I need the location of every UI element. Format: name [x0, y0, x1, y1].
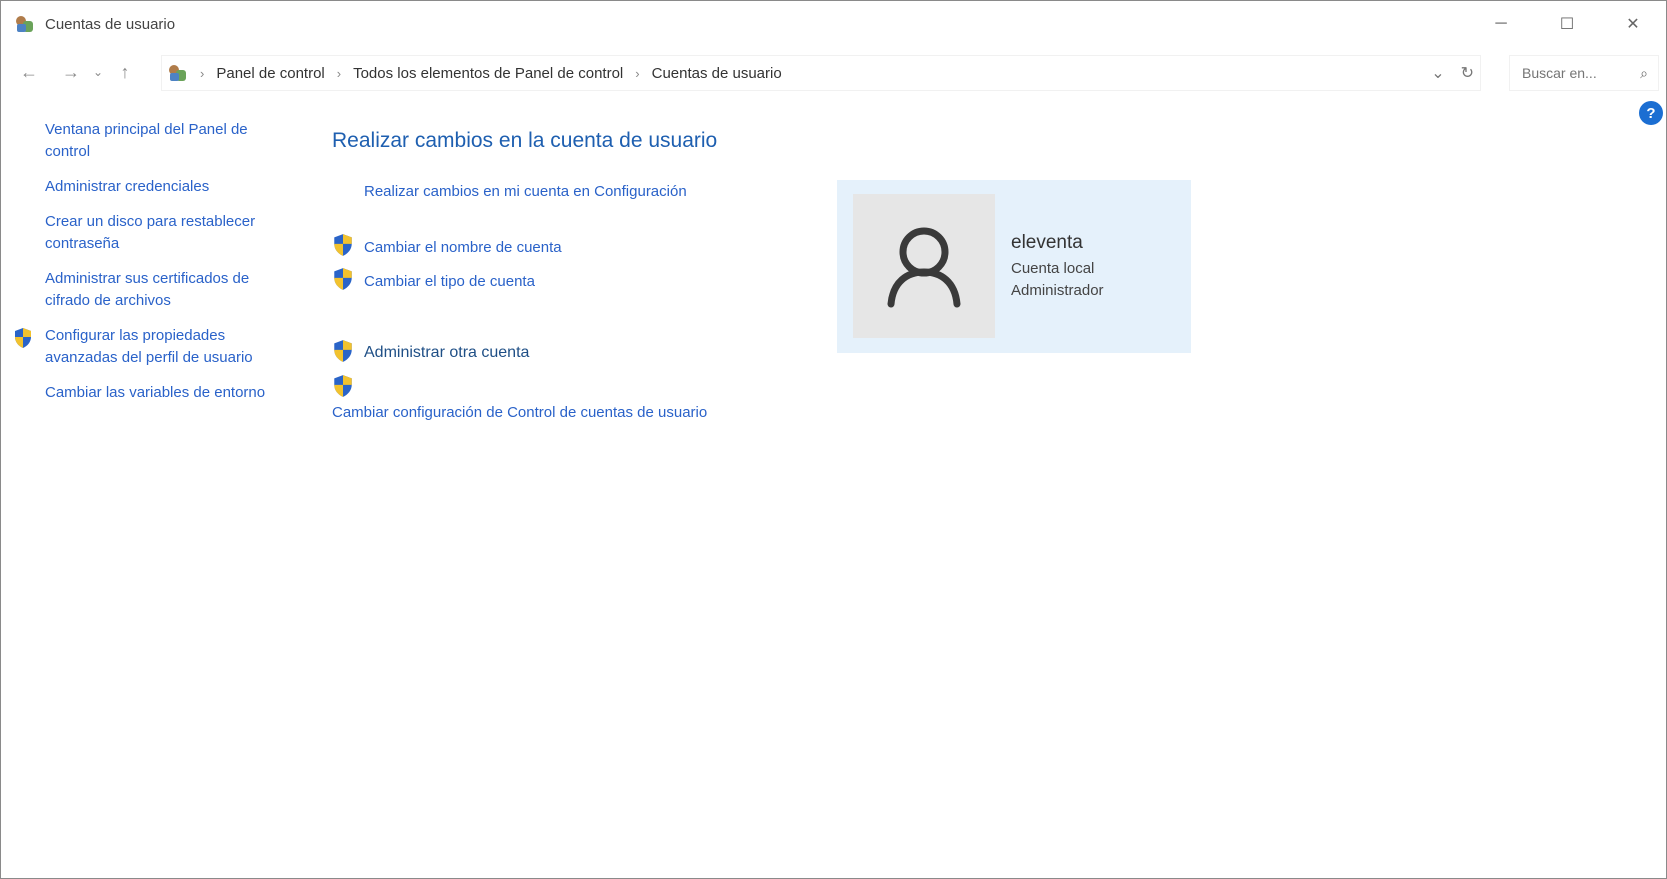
up-button[interactable]: ↑	[109, 56, 141, 88]
search-input[interactable]	[1520, 64, 1624, 82]
breadcrumb-control-panel[interactable]: Panel de control	[216, 65, 324, 82]
avatar	[853, 194, 995, 338]
breadcrumb-user-accounts[interactable]: Cuentas de usuario	[652, 65, 782, 82]
navigation-bar: ← → ⌄ ↑ › Panel de control › Todos los e…	[1, 51, 1666, 93]
control-panel-icon	[168, 63, 188, 83]
uac-shield-icon	[332, 339, 354, 368]
breadcrumb-all-items[interactable]: Todos los elementos de Panel de control	[353, 65, 623, 82]
change-account-name-link[interactable]: Cambiar el nombre de cuenta	[364, 239, 562, 256]
sidebar-item-password-reset-disk[interactable]: Crear un disco para restablecer contrase…	[1, 211, 285, 255]
account-type: Cuenta local	[1011, 260, 1095, 277]
user-account-card: eleventa Cuenta local Administrador	[837, 180, 1191, 353]
manage-other-account-link[interactable]: Administrar otra cuenta	[364, 344, 529, 362]
account-role: Administrador	[1011, 282, 1104, 299]
settings-account-link[interactable]: Realizar cambios en mi cuenta en Configu…	[364, 183, 832, 200]
manage-other-account-row[interactable]: Administrar otra cuenta	[332, 336, 832, 370]
minimize-button[interactable]: ─	[1468, 1, 1534, 47]
refresh-icon[interactable]: ↻	[1461, 63, 1474, 83]
help-button[interactable]: ?	[1639, 101, 1663, 125]
uac-settings-row	[332, 374, 832, 402]
close-button[interactable]: ✕	[1600, 1, 1666, 47]
recent-locations-button[interactable]: ⌄	[87, 56, 109, 88]
uac-settings-link[interactable]: Cambiar configuración de Control de cuen…	[332, 404, 832, 421]
change-account-name-row[interactable]: Cambiar el nombre de cuenta	[332, 230, 832, 264]
sidebar: Ventana principal del Panel de control A…	[1, 119, 296, 417]
search-box[interactable]: ⌕	[1509, 55, 1659, 91]
sidebar-item-manage-credentials[interactable]: Administrar credenciales	[1, 176, 285, 198]
page-title: Realizar cambios en la cuenta de usuario	[332, 129, 718, 152]
change-account-type-row[interactable]: Cambiar el tipo de cuenta	[332, 264, 832, 298]
window-controls: ─ ☐ ✕	[1468, 1, 1666, 47]
breadcrumb-separator-icon: ›	[200, 65, 205, 81]
chevron-down-icon: ⌄	[92, 65, 104, 79]
maximize-icon: ☐	[1559, 16, 1575, 33]
address-dropdown-icon[interactable]: ⌄	[1431, 63, 1444, 83]
close-icon: ✕	[1626, 16, 1640, 33]
arrow-right-icon: →	[62, 61, 80, 82]
sidebar-item-label: Crear un disco para restablecer contrase…	[45, 213, 256, 252]
sidebar-item-label: Ventana principal del Panel de control	[45, 121, 248, 160]
user-silhouette-icon	[887, 227, 961, 308]
uac-shield-icon	[332, 374, 354, 403]
back-button[interactable]: ←	[13, 56, 45, 88]
sidebar-item-label: Administrar sus certificados de cifrado …	[45, 270, 250, 309]
change-account-type-link[interactable]: Cambiar el tipo de cuenta	[364, 273, 535, 290]
uac-shield-icon	[332, 233, 354, 262]
window-title: Cuentas de usuario	[45, 15, 176, 33]
main-content: Realizar cambios en la cuenta de usuario…	[332, 129, 832, 421]
search-icon[interactable]: ⌕	[1640, 65, 1648, 82]
breadcrumb-separator-icon: ›	[635, 65, 640, 81]
sidebar-item-label: Cambiar las variables de entorno	[45, 384, 266, 401]
arrow-left-icon: ←	[20, 61, 38, 82]
user-accounts-app-icon	[15, 14, 35, 34]
arrow-up-icon: ↑	[120, 61, 130, 82]
control-panel-window: Cuentas de usuario ─ ☐ ✕ ← → ⌄ ↑ › Panel…	[0, 0, 1667, 879]
sidebar-item-advanced-profile[interactable]: Configurar las propiedades avanzadas del…	[1, 325, 285, 369]
title-bar: Cuentas de usuario ─ ☐ ✕	[1, 1, 1666, 47]
breadcrumb-separator-icon: ›	[336, 65, 342, 81]
sidebar-item-control-panel-home[interactable]: Ventana principal del Panel de control	[1, 119, 285, 163]
sidebar-item-environment-variables[interactable]: Cambiar las variables de entorno	[1, 382, 285, 404]
address-bar[interactable]: › Panel de control › Todos los elementos…	[161, 55, 1481, 91]
user-name: eleventa	[1011, 232, 1083, 253]
uac-shield-icon	[13, 327, 33, 356]
forward-button[interactable]: →	[55, 56, 87, 88]
uac-shield-icon	[332, 267, 354, 296]
maximize-button[interactable]: ☐	[1534, 1, 1600, 47]
user-info: eleventa Cuenta local Administrador	[1011, 232, 1104, 302]
minimize-icon: ─	[1495, 15, 1507, 32]
sidebar-item-encryption-certificates[interactable]: Administrar sus certificados de cifrado …	[1, 268, 285, 312]
sidebar-item-label: Administrar credenciales	[45, 178, 210, 195]
sidebar-item-label: Configurar las propiedades avanzadas del…	[45, 327, 253, 366]
